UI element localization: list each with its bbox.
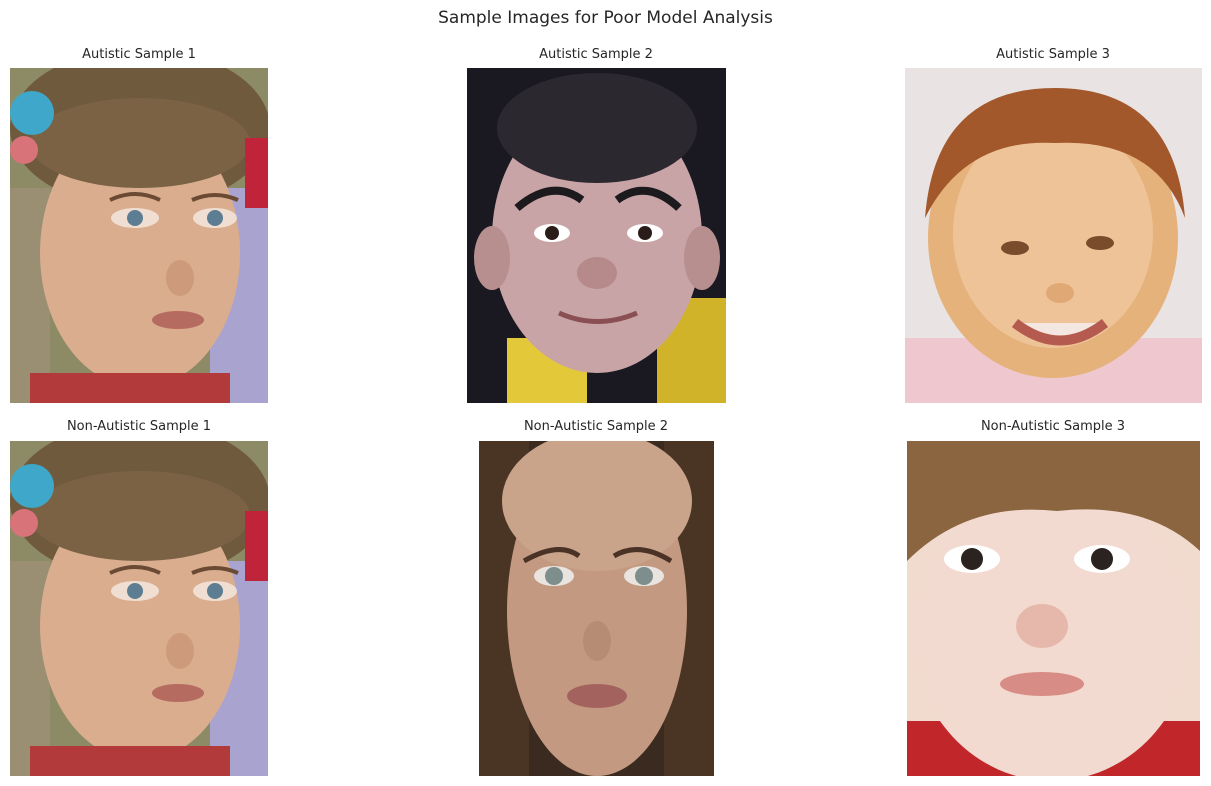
child-face-photo (10, 441, 268, 776)
panel-title-non-autistic-2: Non-Autistic Sample 2 (523, 419, 669, 434)
panel-title-autistic-1: Autistic Sample 1 (82, 47, 196, 62)
panel-title-non-autistic-3: Non-Autistic Sample 3 (980, 419, 1126, 434)
child-face-photo (905, 68, 1202, 403)
photo-autistic-2 (467, 68, 726, 403)
photo-non-autistic-2 (479, 441, 714, 776)
photo-non-autistic-3 (907, 441, 1200, 776)
child-face-photo (467, 68, 726, 403)
child-face-photo (479, 441, 714, 776)
panel-title-autistic-2: Autistic Sample 2 (539, 47, 653, 62)
figure-title: Sample Images for Poor Model Analysis (438, 8, 773, 28)
panel-title-non-autistic-1: Non-Autistic Sample 1 (66, 419, 212, 434)
photo-autistic-3 (905, 68, 1202, 403)
panel-title-autistic-3: Autistic Sample 3 (996, 47, 1110, 62)
photo-autistic-1 (10, 68, 268, 403)
child-face-photo (10, 68, 268, 403)
child-face-photo (907, 441, 1200, 776)
photo-non-autistic-1 (10, 441, 268, 776)
